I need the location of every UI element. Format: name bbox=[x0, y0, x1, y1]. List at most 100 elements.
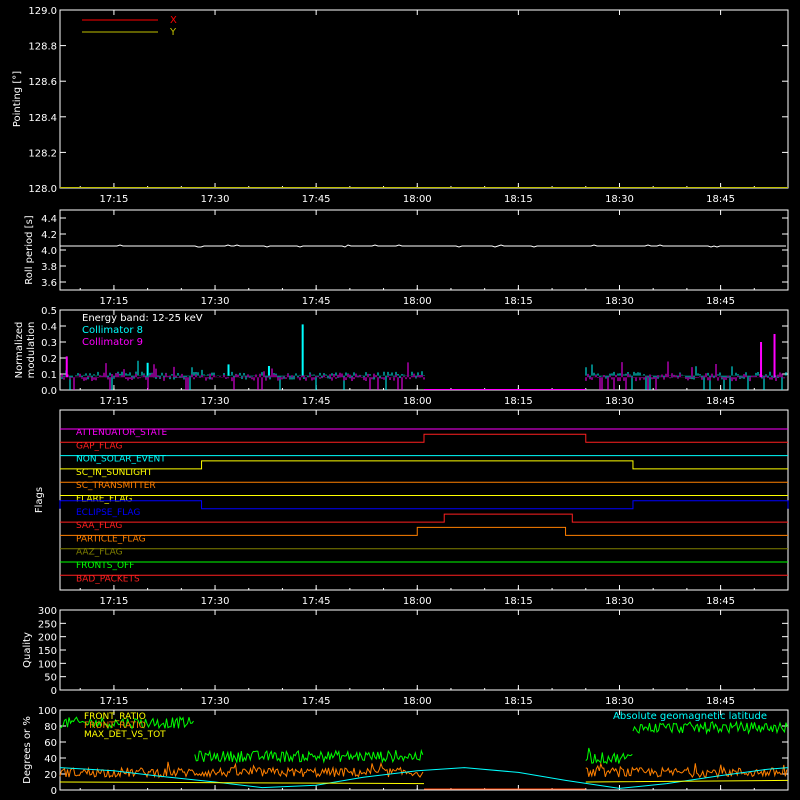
flag-line-particle_flag bbox=[60, 526, 788, 536]
roll-panel-frame bbox=[59, 209, 789, 291]
time-tick-label: 18:30 bbox=[605, 696, 634, 707]
time-tick-label: 18:15 bbox=[504, 396, 533, 407]
time-tick-label: 18:00 bbox=[403, 696, 432, 707]
y-tick-label: 100 bbox=[38, 659, 57, 670]
time-tick-label: 17:45 bbox=[302, 194, 331, 205]
flag-label-eclipse_flag: ECLIPSE_FLAG bbox=[76, 508, 140, 518]
flag-line-sc_in_sunlight bbox=[60, 460, 788, 470]
time-tick-label: 18:15 bbox=[504, 696, 533, 707]
quality-y-label: Quality bbox=[22, 632, 33, 668]
time-tick-label: 18:15 bbox=[504, 596, 533, 607]
time-tick-label: 18:00 bbox=[403, 596, 432, 607]
y-tick-label: 0 bbox=[51, 786, 57, 797]
y-tick-label: 250 bbox=[38, 619, 57, 630]
y-tick-label: 128.0 bbox=[28, 184, 57, 195]
flag-line-gap_flag bbox=[60, 433, 788, 443]
time-tick-label: 17:15 bbox=[100, 396, 129, 407]
time-tick-label: 18:00 bbox=[403, 194, 432, 205]
flag-label-attenuator_state: ATTENUATOR_STATE bbox=[76, 428, 168, 438]
flag-label-bad_packets: BAD_PACKETS bbox=[76, 574, 140, 584]
y-tick-label: 128.2 bbox=[28, 148, 57, 159]
time-tick-label: 17:30 bbox=[201, 696, 230, 707]
time-tick-label: 17:30 bbox=[201, 396, 230, 407]
flag-label-sc_in_sunlight: SC_IN_SUNLIGHT bbox=[76, 468, 153, 478]
y-tick-label: 60 bbox=[44, 738, 57, 749]
quality-panel-frame bbox=[59, 609, 789, 691]
degrees-legend-label: MAX_DET_VS_TOT bbox=[84, 730, 166, 740]
flag-line-eclipse_flag bbox=[59, 500, 789, 510]
y-tick-label: 0.1 bbox=[41, 370, 57, 381]
time-tick-label: 17:30 bbox=[201, 194, 230, 205]
flags-y-label: Flags bbox=[34, 487, 45, 513]
time-tick-label: 17:45 bbox=[302, 696, 331, 707]
degrees-series-latitude bbox=[59, 767, 789, 789]
flag-label-aaz_flag: AAZ_FLAG bbox=[76, 548, 123, 558]
y-tick-label: 128.8 bbox=[28, 42, 57, 53]
degrees-series-green bbox=[59, 715, 788, 765]
time-tick-label: 18:30 bbox=[605, 396, 634, 407]
y-tick-label: 0.5 bbox=[41, 306, 57, 317]
modulation-series-1 bbox=[61, 361, 787, 390]
y-tick-label: 3.8 bbox=[41, 262, 57, 273]
time-tick-label: 17:45 bbox=[302, 596, 331, 607]
modulation-y-label-line1: Normalized bbox=[14, 322, 25, 379]
modulation-energy-band: Energy band: 12-25 keV bbox=[82, 313, 203, 324]
pointing-legend-label: X bbox=[170, 15, 177, 26]
time-tick-label: 18:45 bbox=[706, 396, 735, 407]
time-tick-label: 18:15 bbox=[504, 296, 533, 307]
y-tick-label: 0.3 bbox=[41, 338, 57, 349]
flag-label-gap_flag: GAP_FLAG bbox=[76, 441, 122, 451]
time-tick-label: 17:30 bbox=[201, 296, 230, 307]
y-tick-label: 128.4 bbox=[28, 113, 57, 124]
y-tick-label: 4.2 bbox=[41, 230, 57, 241]
degrees-series-orange bbox=[59, 761, 788, 779]
y-tick-label: 4.0 bbox=[41, 246, 57, 257]
time-tick-label: 17:15 bbox=[100, 296, 129, 307]
y-tick-label: 20 bbox=[44, 770, 57, 781]
modulation-legend-label: Collimator 9 bbox=[82, 337, 143, 348]
y-tick-label: 0 bbox=[51, 686, 57, 697]
flag-label-particle_flag: PARTICLE_FLAG bbox=[76, 534, 146, 544]
y-tick-label: 3.6 bbox=[41, 278, 57, 289]
degrees-panel-frame bbox=[59, 709, 789, 791]
flag-label-fronts_off: FRONTS_OFF bbox=[76, 561, 134, 571]
time-tick-label: 18:45 bbox=[706, 296, 735, 307]
time-tick-label: 18:30 bbox=[605, 194, 634, 205]
modulation-series-0 bbox=[61, 360, 787, 390]
y-tick-label: 0.2 bbox=[41, 354, 57, 365]
flag-label-flare_flag: FLARE_FLAG bbox=[76, 495, 132, 505]
time-tick-label: 18:45 bbox=[706, 696, 735, 707]
time-tick-label: 18:30 bbox=[605, 296, 634, 307]
roll-y-label: Roll period [s] bbox=[24, 215, 35, 284]
time-tick-label: 17:45 bbox=[302, 296, 331, 307]
y-tick-label: 80 bbox=[44, 722, 57, 733]
y-tick-label: 128.6 bbox=[28, 77, 57, 88]
y-tick-label: 0.4 bbox=[41, 322, 57, 333]
y-tick-label: 40 bbox=[44, 754, 57, 765]
time-tick-label: 18:15 bbox=[504, 194, 533, 205]
time-tick-label: 17:15 bbox=[100, 696, 129, 707]
degrees-y-label: Degrees or % bbox=[22, 716, 33, 784]
time-tick-label: 17:45 bbox=[302, 396, 331, 407]
flag-label-non_solar_event: NON_SOLAR_EVENT bbox=[76, 455, 166, 465]
flag-line-saa_flag bbox=[60, 513, 788, 523]
pointing-y-label: Pointing [°] bbox=[12, 71, 23, 127]
time-tick-label: 18:45 bbox=[706, 596, 735, 607]
y-tick-label: 0.0 bbox=[41, 386, 57, 397]
roll-series-line bbox=[60, 244, 786, 248]
time-tick-label: 17:15 bbox=[100, 194, 129, 205]
pointing-legend-label: Y bbox=[169, 27, 177, 38]
y-tick-label: 150 bbox=[38, 646, 57, 657]
time-tick-label: 17:15 bbox=[100, 596, 129, 607]
time-tick-label: 18:00 bbox=[403, 396, 432, 407]
modulation-legend-label: Collimator 8 bbox=[82, 325, 143, 336]
flag-label-saa_flag: SAA_FLAG bbox=[76, 521, 122, 531]
y-tick-label: 200 bbox=[38, 633, 57, 644]
degrees-annotation: Absolute geomagnetic latitude bbox=[613, 711, 767, 722]
rhessi-quicklook-figure: 128.0 128.2 128.4 128.6 128.8 129.0 17:15 17:30… bbox=[12, 6, 789, 797]
time-tick-label: 18:00 bbox=[403, 296, 432, 307]
y-tick-label: 50 bbox=[44, 673, 57, 684]
y-tick-label: 4.4 bbox=[41, 214, 57, 225]
modulation-y-label-line2: modulation bbox=[26, 322, 37, 379]
y-tick-label: 300 bbox=[38, 606, 57, 617]
